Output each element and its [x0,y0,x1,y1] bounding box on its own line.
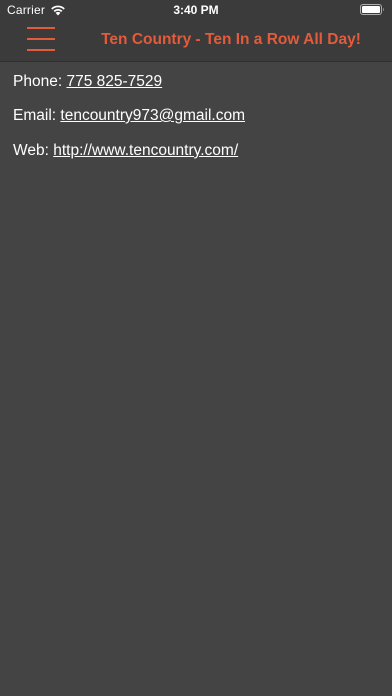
menu-line [27,49,55,51]
clock-time: 3:40 PM [173,3,219,17]
menu-line [27,27,55,29]
app-screen: Carrier 3:40 PM Ten Country - Ten In a R… [0,0,392,696]
status-bar: Carrier 3:40 PM [0,0,392,20]
phone-label: Phone: [13,73,63,90]
email-label: Email: [13,107,57,124]
navigation-bar: Ten Country - Ten In a Row All Day! [0,20,392,62]
web-link[interactable]: http://www.tencountry.com/ [53,142,238,159]
menu-line [27,38,55,40]
page-title: Ten Country - Ten In a Row All Day! [101,31,361,48]
battery-icon [360,4,384,15]
phone-row: Phone: 775 825-7529 [13,73,162,91]
hamburger-menu-icon[interactable] [27,25,57,53]
email-row: Email: tencountry973@gmail.com [13,107,245,125]
web-row: Web: http://www.tencountry.com/ [13,142,238,160]
phone-link[interactable]: 775 825-7529 [66,73,162,90]
web-label: Web: [13,142,49,159]
email-link[interactable]: tencountry973@gmail.com [60,107,245,124]
